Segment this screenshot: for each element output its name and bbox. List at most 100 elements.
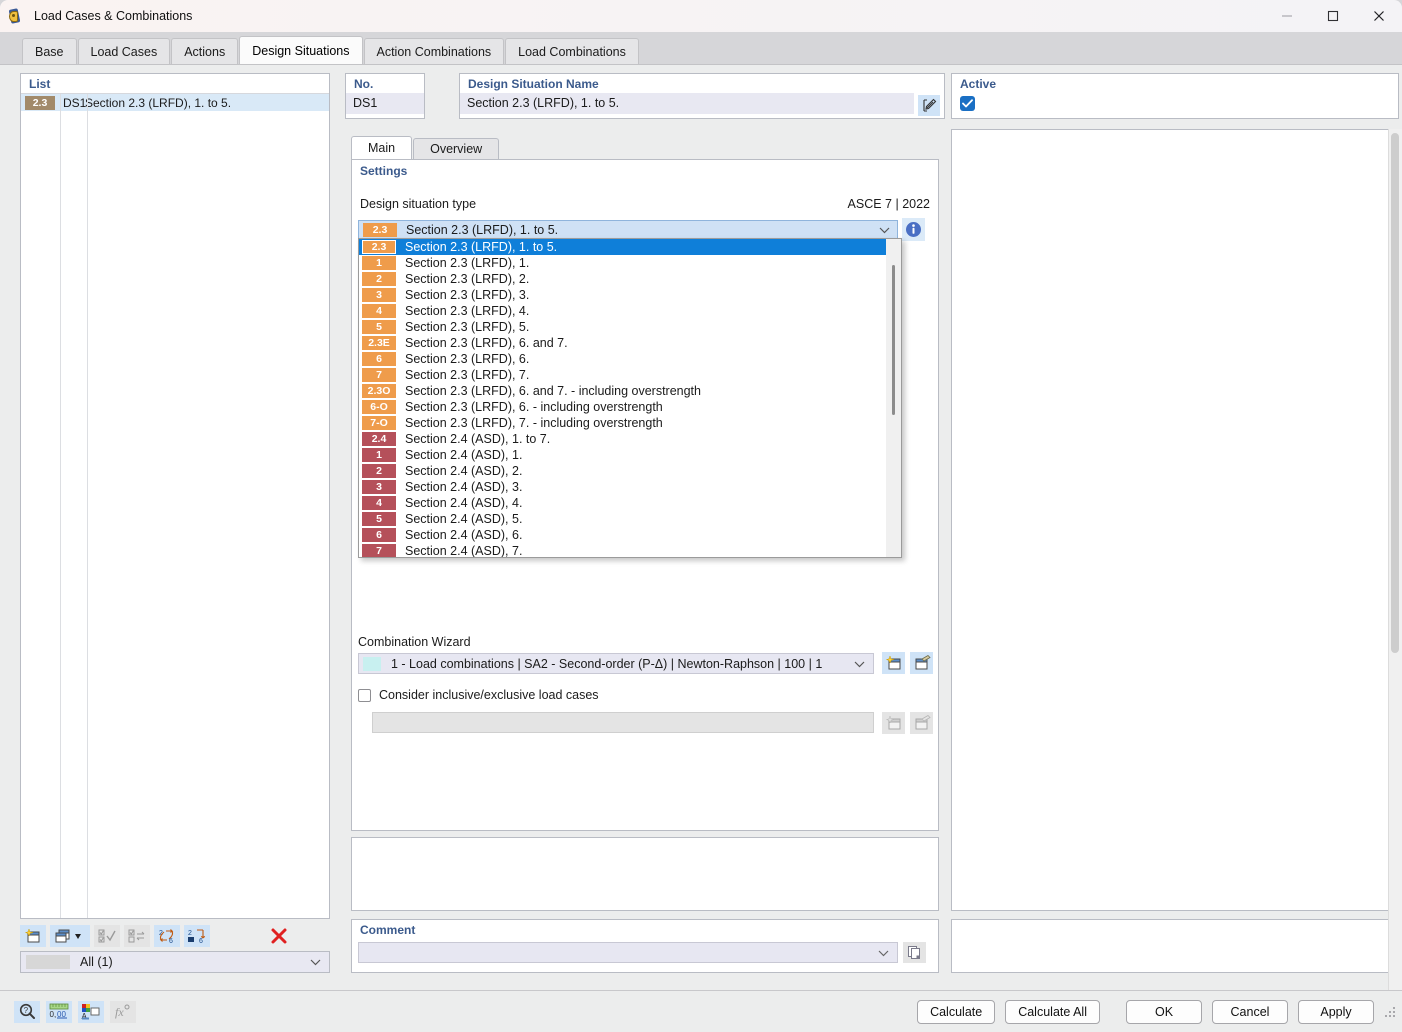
new-design-situation-button[interactable] (20, 925, 46, 947)
dropdown-option[interactable]: 4 Section 2.4 (ASD), 4. (359, 495, 901, 511)
option-label: Section 2.4 (ASD), 1. to 7. (405, 432, 551, 446)
table-row[interactable]: 2.3 DS1 Section 2.3 (LRFD), 1. to 5. (21, 94, 329, 111)
option-label: Section 2.3 (LRFD), 1. (405, 256, 530, 270)
dropdown-option[interactable]: 2.3 Section 2.3 (LRFD), 1. to 5. (359, 239, 901, 255)
empty-details-card (351, 837, 939, 911)
consider-inclusive-checkbox[interactable] (358, 688, 371, 702)
invert-selection-button (124, 925, 150, 947)
delete-button[interactable] (266, 925, 292, 947)
consider-inclusive-exclusive-row[interactable]: Consider inclusive/exclusive load cases (358, 688, 599, 702)
dropdown-option[interactable]: 7-O Section 2.3 (LRFD), 7. - including ov… (359, 415, 901, 431)
resize-grip[interactable] (1382, 1004, 1398, 1020)
list-filter-dropdown[interactable]: All (1) (20, 951, 330, 973)
dialog-vertical-scrollbar[interactable] (1388, 129, 1402, 1032)
dropdown-option[interactable]: 6 Section 2.4 (ASD), 6. (359, 527, 901, 543)
dropdown-option[interactable]: 1 Section 2.3 (LRFD), 1. (359, 255, 901, 271)
dropdown-scrollbar-thumb[interactable] (892, 265, 895, 415)
selected-badge: 2.3 (363, 222, 397, 237)
content-frame: List 2.3 DS1 Section 2.3 (LRFD), 1. to 5… (8, 69, 1399, 975)
dropdown-option[interactable]: 5 Section 2.3 (LRFD), 5. (359, 319, 901, 335)
option-badge: 1 (362, 256, 396, 270)
option-label: Section 2.4 (ASD), 2. (405, 464, 523, 478)
new-wizard-icon-disabled (882, 712, 905, 734)
dropdown-option[interactable]: 2.3E Section 2.3 (LRFD), 6. and 7. (359, 335, 901, 351)
svg-text:0,: 0, (50, 1010, 57, 1019)
magnifier-question-icon[interactable]: ? (14, 1000, 40, 1023)
dropdown-option[interactable]: 4 Section 2.3 (LRFD), 4. (359, 303, 901, 319)
copy-design-situation-button[interactable] (50, 925, 90, 947)
cancel-button[interactable]: Cancel (1212, 999, 1288, 1024)
tab-action-combinations[interactable]: Action Combinations (363, 38, 505, 64)
dialog-buttons: Calculate Calculate All OK Cancel Apply (907, 999, 1402, 1024)
tab-actions[interactable]: Actions (171, 38, 239, 64)
number-input[interactable]: DS1 (346, 93, 424, 114)
sort-button[interactable]: 2 6 (184, 925, 210, 947)
info-circle-icon[interactable] (902, 218, 925, 241)
right-info-area (951, 919, 1399, 973)
renumber-button[interactable]: 2 6 (154, 925, 180, 947)
load-cases-combinations-dialog: Load Cases & Combinations Base Load Case… (0, 0, 1402, 1032)
tab-base[interactable]: Base (22, 38, 77, 64)
main-panel: No. DS1 Design Situation Name Section 2.… (345, 73, 945, 973)
option-badge: 2.3 (362, 240, 396, 254)
combination-wizard-value: 1 - Load combinations | SA2 - Second-ord… (391, 656, 823, 671)
edit-wizard-icon[interactable] (910, 652, 933, 674)
tab-load-combinations[interactable]: Load Combinations (505, 38, 639, 64)
dropdown-option[interactable]: 2 Section 2.3 (LRFD), 2. (359, 271, 901, 287)
dialog-scrollbar-thumb[interactable] (1391, 133, 1399, 653)
title-bar: Load Cases & Combinations (0, 0, 1402, 32)
ok-button[interactable]: OK (1126, 999, 1202, 1024)
dropdown-option[interactable]: 7 Section 2.4 (ASD), 7. (359, 543, 901, 557)
design-situation-type-dropdown[interactable]: 2.3 Section 2.3 (LRFD), 1. to 5. (358, 220, 898, 239)
subtab-overview[interactable]: Overview (413, 138, 500, 159)
edit-wizard-icon-disabled (910, 712, 933, 734)
dropdown-option[interactable]: 6-O Section 2.3 (LRFD), 6. - including ov… (359, 399, 901, 415)
dropdown-option[interactable]: 2.4 Section 2.4 (ASD), 1. to 7. (359, 431, 901, 447)
dropdown-scrollbar[interactable] (886, 239, 901, 557)
dropdown-option[interactable]: 2 Section 2.4 (ASD), 2. (359, 463, 901, 479)
option-badge: 2.4 (362, 432, 396, 446)
apply-button[interactable]: Apply (1298, 999, 1374, 1024)
select-all-button (94, 925, 120, 947)
edit-pencil-icon[interactable] (918, 95, 940, 116)
maximize-button[interactable] (1310, 0, 1356, 32)
dropdown-option[interactable]: 5 Section 2.4 (ASD), 5. (359, 511, 901, 527)
copy-pages-icon[interactable] (903, 942, 926, 963)
option-badge: 3 (362, 480, 396, 494)
minimize-button[interactable] (1264, 0, 1310, 32)
svg-text:fx: fx (115, 1005, 124, 1019)
option-badge: 2 (362, 464, 396, 478)
color-palette-icon[interactable]: A (78, 1000, 104, 1023)
dialog-body: List 2.3 DS1 Section 2.3 (LRFD), 1. to 5… (0, 64, 1402, 1032)
dropdown-option[interactable]: 3 Section 2.3 (LRFD), 3. (359, 287, 901, 303)
new-wizard-icon[interactable] (882, 652, 905, 674)
subtab-main[interactable]: Main (351, 136, 413, 159)
option-label: Section 2.3 (LRFD), 1. to 5. (405, 240, 558, 254)
right-panel: Active (951, 73, 1399, 973)
tab-design-situations[interactable]: Design Situations (239, 36, 363, 64)
combination-wizard-dropdown[interactable]: 1 - Load combinations | SA2 - Second-ord… (358, 653, 874, 674)
calculate-button[interactable]: Calculate (917, 999, 996, 1024)
chevron-down-icon (854, 657, 865, 671)
list-column-separators (21, 94, 329, 918)
dropdown-option[interactable]: 1 Section 2.4 (ASD), 1. (359, 447, 901, 463)
list-toolbar: 2 6 2 6 (20, 921, 330, 951)
units-000-icon[interactable]: 0, 00 (46, 1000, 72, 1023)
option-badge: 1 (362, 448, 396, 462)
design-situation-name-input[interactable]: Section 2.3 (LRFD), 1. to 5. (460, 93, 914, 114)
comment-dropdown[interactable] (358, 942, 898, 963)
design-situations-list[interactable]: List 2.3 DS1 Section 2.3 (LRFD), 1. to 5… (20, 73, 330, 919)
dropdown-option[interactable]: 2.3O Section 2.3 (LRFD), 6. and 7. - incl… (359, 383, 901, 399)
design-situation-type-dropdown-list[interactable]: 2.3 Section 2.3 (LRFD), 1. to 5. 1 Section … (358, 238, 902, 558)
close-button[interactable] (1356, 0, 1402, 32)
active-checkbox[interactable] (960, 96, 975, 111)
design-situation-type-row: Design situation type ASCE 7 | 2022 (360, 197, 930, 211)
dropdown-items: 2.3 Section 2.3 (LRFD), 1. to 5. 1 Section … (359, 239, 901, 557)
dropdown-option[interactable]: 3 Section 2.4 (ASD), 3. (359, 479, 901, 495)
option-badge: 5 (362, 512, 396, 526)
tab-load-cases[interactable]: Load Cases (77, 38, 171, 64)
combination-wizard-label: Combination Wizard (358, 635, 471, 649)
dropdown-option[interactable]: 7 Section 2.3 (LRFD), 7. (359, 367, 901, 383)
dropdown-option[interactable]: 6 Section 2.3 (LRFD), 6. (359, 351, 901, 367)
calculate-all-button[interactable]: Calculate All (1005, 999, 1100, 1024)
